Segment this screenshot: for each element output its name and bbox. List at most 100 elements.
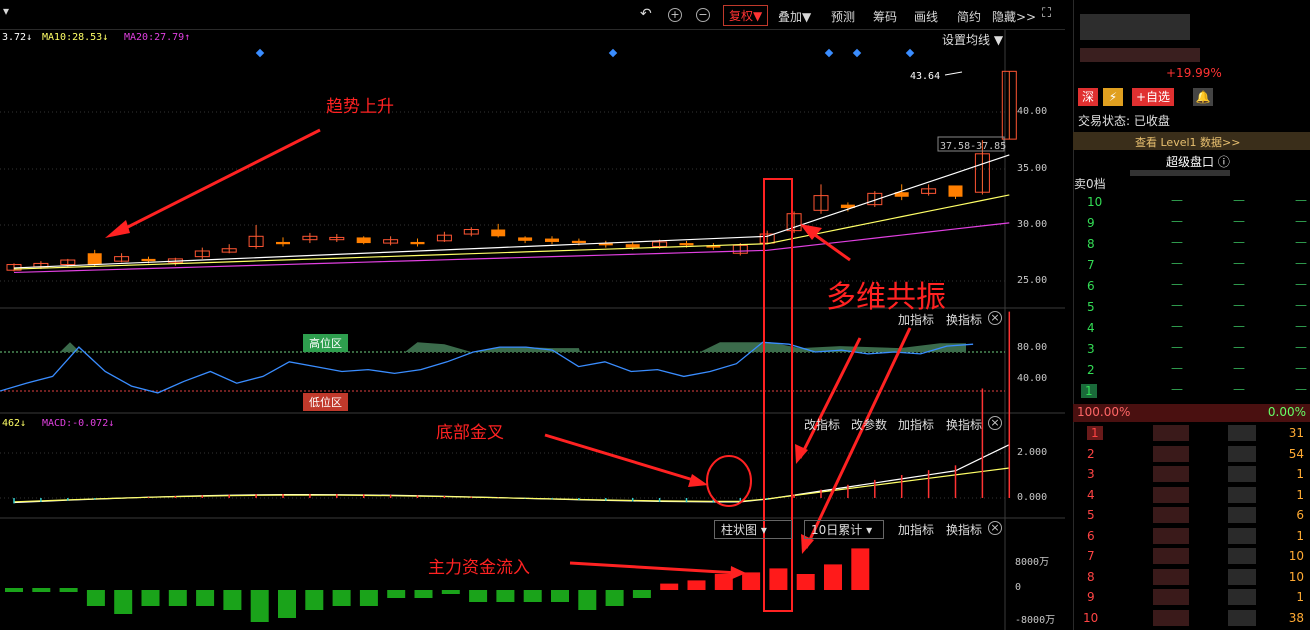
- buy-level-row[interactable]: 4 1: [1073, 486, 1310, 507]
- buy-level-row[interactable]: 2 54: [1073, 445, 1310, 466]
- level-number: 4: [1087, 487, 1095, 502]
- candle-body: [87, 253, 102, 265]
- order-count: 38: [1288, 610, 1304, 625]
- level-number: 9: [1087, 216, 1095, 230]
- add-indicator-button[interactable]: 加指标: [898, 521, 934, 538]
- order-count: 54: [1288, 446, 1304, 461]
- close-icon[interactable]: ×: [988, 311, 1002, 325]
- fuquan-button[interactable]: 复权▼: [723, 5, 769, 26]
- forecast-button[interactable]: 预测: [831, 8, 855, 25]
- buy-level-row[interactable]: 5 6: [1073, 506, 1310, 527]
- hide-button[interactable]: 隐藏>>: [992, 8, 1036, 25]
- zoom-in-icon[interactable]: +: [668, 8, 682, 22]
- exchange-badge: 深: [1078, 88, 1098, 106]
- close-icon[interactable]: ×: [988, 416, 1002, 430]
- buy-level-row[interactable]: 1 31: [1073, 424, 1310, 445]
- chips-button[interactable]: 筹码: [873, 8, 897, 25]
- level-number: 4: [1087, 321, 1095, 335]
- blurred-price: [1153, 589, 1189, 605]
- flow-bar: [278, 590, 296, 618]
- candle-body: [276, 241, 290, 245]
- blurred-volume: [1228, 486, 1256, 503]
- buy-level-row[interactable]: 10 38: [1073, 609, 1310, 630]
- change-params-button[interactable]: 改参数: [851, 416, 887, 433]
- order-count: 1: [1296, 590, 1304, 604]
- buy-level-row[interactable]: 9 1: [1073, 588, 1310, 609]
- simple-button[interactable]: 简约: [957, 8, 981, 25]
- sell-level-row[interactable]: 2 — — —: [1073, 361, 1310, 382]
- rsi-highzone-fill: [60, 342, 80, 352]
- candle-body: [545, 238, 559, 242]
- level1-bar[interactable]: 查看 Level1 数据>>: [1073, 132, 1310, 150]
- blurred-volume: [1228, 589, 1256, 605]
- blurred-price: [1153, 466, 1189, 482]
- candle-body: [625, 244, 640, 248]
- sell-level-row[interactable]: 3 — — —: [1073, 340, 1310, 361]
- bell-icon[interactable]: 🔔: [1193, 88, 1213, 106]
- buy-level-row[interactable]: 3 1: [1073, 465, 1310, 486]
- flow-bar: [196, 590, 215, 606]
- flow-bar: [305, 590, 324, 610]
- price-axis-label: 30.00: [1017, 219, 1048, 230]
- add-watchlist-button[interactable]: +自选: [1132, 88, 1175, 106]
- switch-indicator-button[interactable]: 换指标: [946, 416, 982, 433]
- collapse-icon[interactable]: ▾: [3, 4, 9, 18]
- flow-bar: [851, 548, 870, 590]
- order-count: 10: [1288, 569, 1304, 584]
- fullscreen-icon[interactable]: ⛶: [1042, 6, 1051, 21]
- panel-handle[interactable]: [1130, 170, 1230, 176]
- chart-canvas[interactable]: [0, 30, 1065, 630]
- level-number: 6: [1087, 279, 1095, 293]
- flow-bar: [141, 590, 160, 606]
- buy-level-row[interactable]: 6 1: [1073, 527, 1310, 548]
- price-axis-label: 40.00: [1017, 106, 1048, 117]
- sell-level-row[interactable]: 10 — — —: [1073, 193, 1310, 214]
- blurred-volume: [1228, 548, 1256, 564]
- candle-body: [948, 185, 963, 197]
- flow-bar: [441, 590, 460, 594]
- chart-type-select[interactable]: 柱状图 ▾: [714, 520, 792, 539]
- order-count: 1: [1296, 467, 1304, 481]
- flow-bar: [605, 590, 624, 606]
- annotation-trend: 趋势上升: [326, 97, 394, 117]
- switch-indicator-button[interactable]: 换指标: [946, 521, 982, 538]
- macd-dif-label: 462↓: [2, 418, 27, 429]
- price-range-label: 37.58-37.85: [940, 141, 1007, 152]
- sell-level-row[interactable]: 8 — — —: [1073, 235, 1310, 256]
- blurred-volume: [1228, 445, 1256, 462]
- buy-level-row[interactable]: 7 10: [1073, 547, 1310, 568]
- level-number: 2: [1087, 446, 1095, 461]
- sell-level-row[interactable]: 1 — — —: [1073, 382, 1310, 403]
- undo-icon[interactable]: ↶: [640, 6, 652, 22]
- price-axis-label: 25.00: [1017, 275, 1048, 286]
- sell-level-row[interactable]: 9 — — —: [1073, 214, 1310, 235]
- sell-level-row[interactable]: 7 — — —: [1073, 256, 1310, 277]
- level-number: 9: [1087, 590, 1095, 604]
- candle-body: [141, 258, 156, 262]
- sell-level-row[interactable]: 4 — — —: [1073, 319, 1310, 340]
- macd-value-label: MACD:-0.072↓: [42, 418, 115, 429]
- flow-bar: [660, 583, 679, 590]
- annotation-resonance: 多维共振: [826, 280, 946, 315]
- buy-level-row[interactable]: 8 10: [1073, 568, 1310, 589]
- lightning-icon[interactable]: ⚡: [1103, 88, 1123, 106]
- sell-level-row[interactable]: 6 — — —: [1073, 277, 1310, 298]
- close-icon[interactable]: ×: [988, 521, 1002, 535]
- low-zone-badge: 低位区: [303, 393, 348, 411]
- flow-bar: [632, 590, 651, 598]
- sell-header: 卖0档: [1074, 177, 1106, 191]
- flow-bar: [359, 590, 378, 606]
- trade-status: 交易状态: 已收盘: [1078, 114, 1170, 128]
- flow-bar: [742, 572, 761, 590]
- blurred-price: [1153, 445, 1189, 462]
- add-indicator-button[interactable]: 加指标: [898, 416, 934, 433]
- blurred-price: [1153, 609, 1189, 626]
- draw-button[interactable]: 画线: [914, 8, 938, 25]
- change-percent: +19.99%: [1166, 66, 1222, 80]
- sell-level-row[interactable]: 5 — — —: [1073, 298, 1310, 319]
- overlay-button[interactable]: 叠加▼: [778, 8, 811, 25]
- period-select[interactable]: 10日累计 ▾: [804, 520, 884, 539]
- change-indicator-button[interactable]: 改指标: [804, 416, 840, 433]
- zoom-out-icon[interactable]: −: [696, 8, 710, 22]
- switch-indicator-button[interactable]: 换指标: [946, 311, 982, 328]
